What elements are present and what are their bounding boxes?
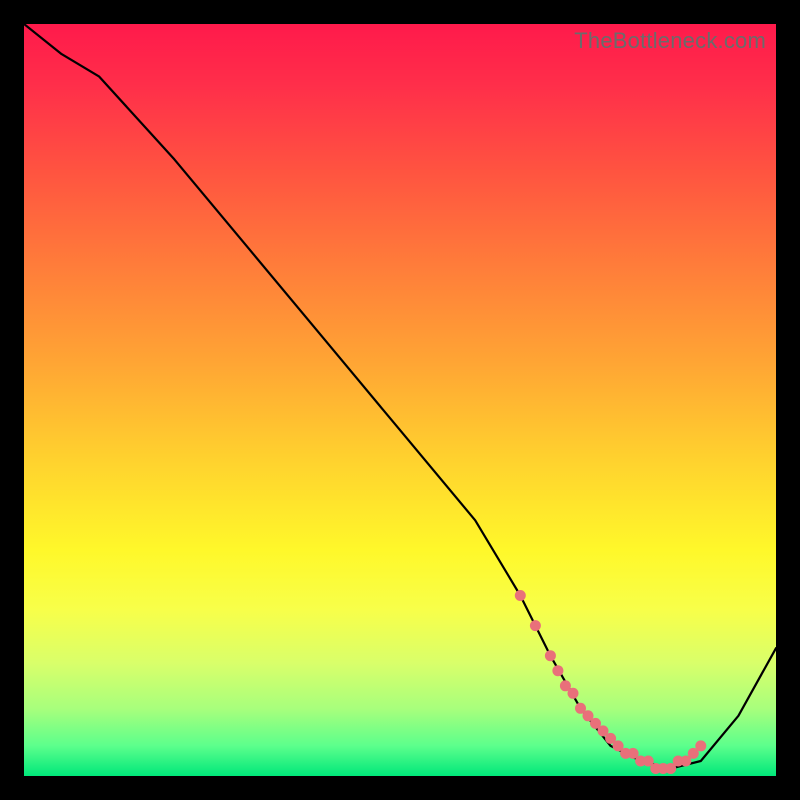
- chart-plot-area: TheBottleneck.com: [24, 24, 776, 776]
- curve-dot: [545, 650, 556, 661]
- curve-dot: [695, 740, 706, 751]
- curve-dot: [530, 620, 541, 631]
- chart-svg: [24, 24, 776, 776]
- chart-frame: TheBottleneck.com: [0, 0, 800, 800]
- curve-dot: [568, 688, 579, 699]
- curve-dot: [515, 590, 526, 601]
- curve-dot: [552, 665, 563, 676]
- curve-path: [24, 24, 776, 769]
